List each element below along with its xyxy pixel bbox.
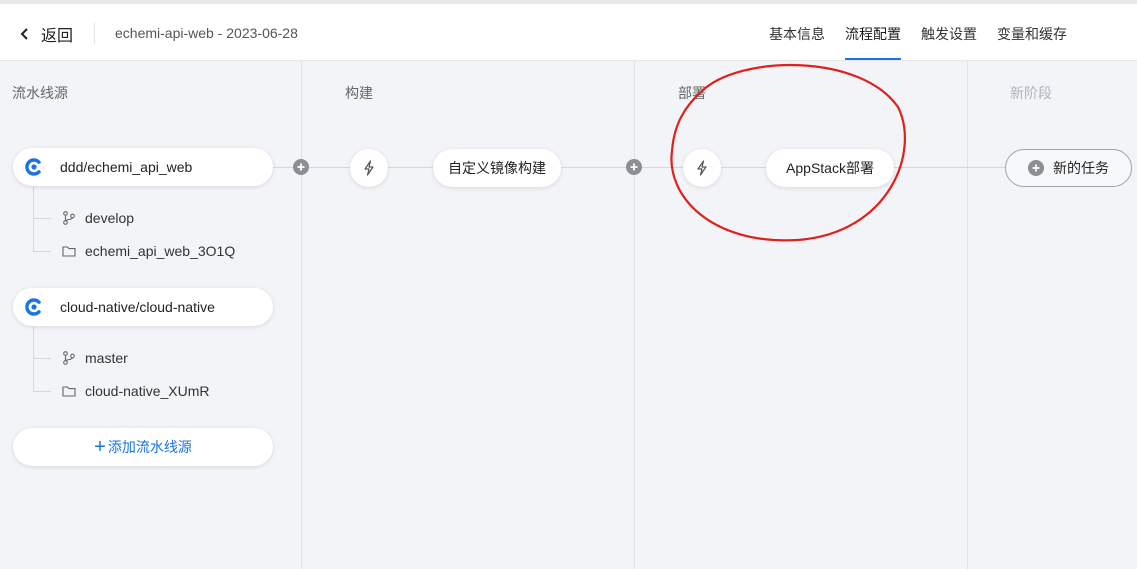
- header-divider: [94, 22, 95, 44]
- plus-circle-icon: [630, 163, 638, 171]
- stage-title-new-stage: 新阶段: [1010, 85, 1052, 101]
- pipeline-title: echemi-api-web - 2023-06-28: [115, 25, 298, 41]
- lightning-icon: [697, 160, 707, 176]
- back-button[interactable]: 返回: [18, 22, 73, 46]
- add-source-button[interactable]: + 添加流水线源: [13, 428, 273, 466]
- tree-line: [33, 187, 34, 251]
- source-card[interactable]: cloud-native/cloud-native: [13, 288, 273, 326]
- plus-circle-icon: [1028, 160, 1044, 176]
- folder-icon: [62, 246, 76, 257]
- job-card-build[interactable]: 自定义镜像构建: [433, 149, 561, 187]
- tree-line: [33, 391, 51, 392]
- tree-line: [33, 218, 51, 219]
- tab-variables-cache[interactable]: 变量和缓存: [997, 24, 1067, 60]
- stage-trigger-button[interactable]: [350, 149, 388, 187]
- source-branch[interactable]: master: [62, 350, 128, 366]
- folder-icon: [62, 386, 76, 397]
- folder-name: cloud-native_XUmR: [85, 383, 210, 399]
- stage-divider: [634, 61, 635, 569]
- stage-title-sources: 流水线源: [12, 85, 68, 101]
- add-stage-button[interactable]: [293, 159, 309, 175]
- git-branch-icon: [63, 351, 75, 365]
- plus-circle-icon: [297, 163, 305, 171]
- tab-flow-config[interactable]: 流程配置: [845, 24, 901, 60]
- tab-trigger-settings[interactable]: 触发设置: [921, 24, 977, 60]
- job-card-deploy[interactable]: AppStack部署: [766, 149, 894, 187]
- stage-title-deploy: 部署: [678, 85, 706, 101]
- tab-basic-info[interactable]: 基本信息: [769, 24, 825, 60]
- new-task-label: 新的任务: [1053, 160, 1109, 176]
- stage-divider: [301, 61, 302, 569]
- source-name: ddd/echemi_api_web: [60, 159, 193, 175]
- tree-line: [33, 358, 51, 359]
- header-bar: 返回 echemi-api-web - 2023-06-28 基本信息 流程配置…: [0, 4, 1137, 61]
- chevron-left-icon: [20, 28, 28, 40]
- source-branch[interactable]: develop: [62, 210, 134, 226]
- new-task-button[interactable]: 新的任务: [1005, 149, 1132, 187]
- stage-title-build: 构建: [345, 85, 373, 101]
- codeup-logo-icon: [25, 298, 41, 316]
- stage-trigger-button[interactable]: [683, 149, 721, 187]
- tree-line: [33, 327, 34, 391]
- branch-name: master: [85, 350, 128, 366]
- source-card[interactable]: ddd/echemi_api_web: [13, 148, 273, 186]
- codeup-logo-icon: [25, 158, 41, 176]
- git-branch-icon: [63, 211, 75, 225]
- source-folder[interactable]: echemi_api_web_3O1Q: [62, 243, 235, 259]
- back-label: 返回: [41, 28, 74, 45]
- folder-name: echemi_api_web_3O1Q: [85, 243, 236, 259]
- add-stage-button[interactable]: [626, 159, 642, 175]
- tree-line: [33, 251, 51, 252]
- branch-name: develop: [85, 210, 135, 226]
- tab-bar: 基本信息 流程配置 触发设置 变量和缓存: [769, 24, 1087, 60]
- lightning-icon: [364, 160, 374, 176]
- source-folder[interactable]: cloud-native_XUmR: [62, 383, 210, 399]
- stage-divider: [967, 61, 968, 569]
- add-source-label: 添加流水线源: [107, 439, 192, 455]
- plus-icon: +: [94, 436, 106, 458]
- source-name: cloud-native/cloud-native: [60, 299, 215, 315]
